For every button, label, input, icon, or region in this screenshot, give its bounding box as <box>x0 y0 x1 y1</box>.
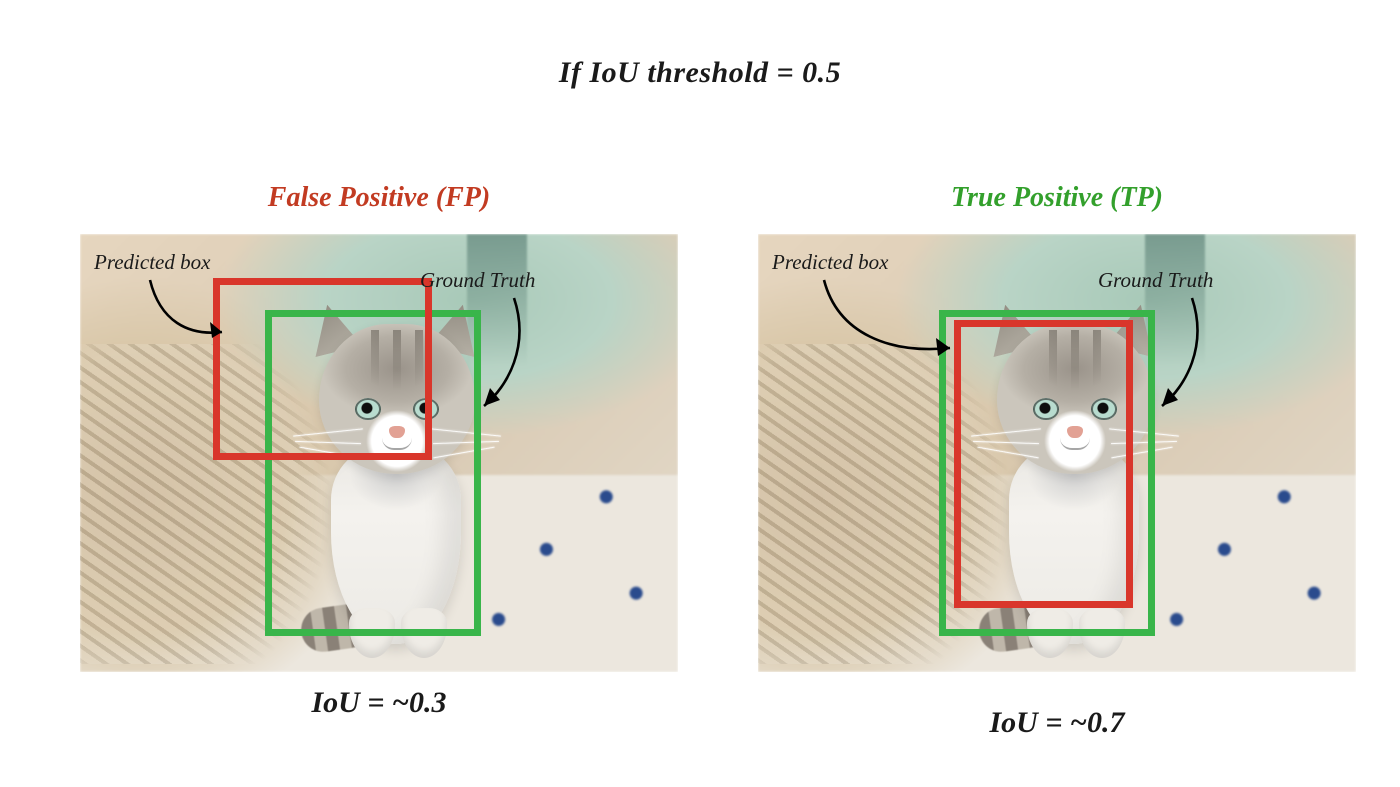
arrow-icon <box>140 276 260 346</box>
right-example-image: Predicted box Ground Truth <box>758 234 1356 672</box>
left-heading: False Positive (FP) <box>80 182 678 214</box>
predicted-box-label: Predicted box <box>94 250 210 275</box>
right-heading: True Positive (TP) <box>758 182 1356 214</box>
ground-truth-label: Ground Truth <box>1098 268 1213 293</box>
ground-truth-label: Ground Truth <box>420 268 535 293</box>
arrow-icon <box>478 294 558 414</box>
page-title: If IoU threshold = 0.5 <box>0 56 1400 90</box>
predicted-box <box>954 320 1133 608</box>
left-iou-caption: IoU = ~0.3 <box>80 686 678 720</box>
predicted-box-label: Predicted box <box>772 250 888 275</box>
left-example-image: Predicted box Ground Truth <box>80 234 678 672</box>
arrow-icon <box>1156 294 1236 414</box>
arrow-icon <box>814 276 974 366</box>
right-iou-caption: IoU = ~0.7 <box>758 706 1356 740</box>
